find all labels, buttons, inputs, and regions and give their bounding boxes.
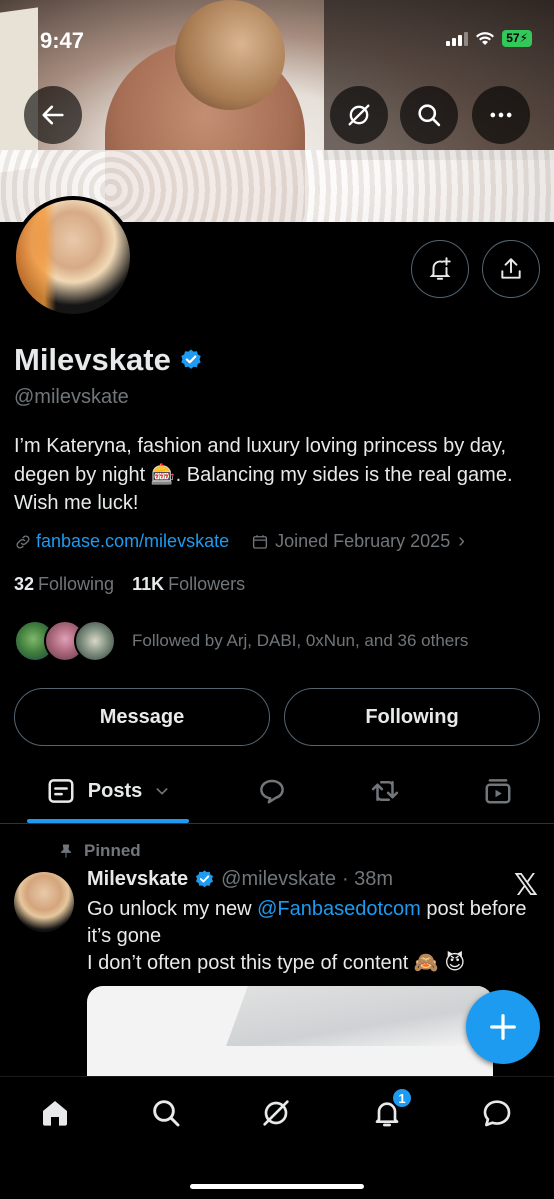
arrow-left-icon: [42, 105, 64, 125]
pinned-label-row: Pinned: [58, 841, 141, 861]
grok-icon: [263, 1100, 289, 1126]
nav-search[interactable]: [146, 1093, 186, 1133]
post-text[interactable]: Go unlock my new @Fanbasedotcom post bef…: [87, 896, 527, 977]
notification-badge: 1: [391, 1087, 413, 1109]
search-icon: [153, 1100, 180, 1127]
post-mention[interactable]: @Fanbasedotcom: [257, 898, 421, 920]
website-link[interactable]: fanbase.com/milevskate: [36, 531, 229, 552]
calendar-icon: [253, 534, 268, 549]
home-icon: [43, 1101, 67, 1126]
battery-level: 57: [506, 31, 520, 45]
tab-indicator: [27, 819, 189, 823]
tab-posts[interactable]: Posts: [27, 760, 189, 822]
profile-tabs: Posts: [0, 760, 554, 824]
chevron-down-icon[interactable]: [154, 783, 170, 799]
media-umbrella: [226, 986, 493, 1046]
media-icon: [485, 779, 511, 804]
search-button[interactable]: [400, 86, 458, 144]
link-icon: [16, 535, 30, 548]
wifi-icon: [476, 31, 495, 45]
battery-indicator: 57⚡: [502, 30, 532, 47]
followers-link[interactable]: 11K Followers: [132, 574, 245, 595]
profile-meta: fanbase.com/milevskate Joined February 2…: [14, 530, 465, 553]
follow-stats: 32 Following 11K Followers: [14, 574, 245, 595]
messages-icon: [483, 1100, 511, 1127]
signal-icon: [446, 31, 469, 46]
post-media[interactable]: [87, 986, 493, 1078]
status-time: 9:47: [40, 28, 85, 53]
status-bar: 9:47 57⚡: [0, 0, 554, 80]
post-header: Milevskate @milevskate · 38m: [87, 868, 393, 891]
joined-date[interactable]: Joined February 2025: [275, 531, 450, 552]
tab-media[interactable]: [468, 760, 528, 822]
plus-icon: [490, 1014, 516, 1040]
followed-by-row[interactable]: Followed by Arj, DABI, 0xNun, and 36 oth…: [14, 620, 468, 662]
following-count: 32: [14, 574, 35, 594]
grok-button[interactable]: [330, 86, 388, 144]
nav-notifications[interactable]: 1: [367, 1087, 413, 1133]
tab-replies[interactable]: [242, 760, 302, 822]
verified-badge-icon[interactable]: [179, 348, 203, 372]
bell-plus-icon: [429, 257, 451, 280]
replies-icon: [260, 779, 284, 804]
avatar-background: [16, 200, 130, 314]
post-author[interactable]: Milevskate: [87, 868, 188, 891]
profile-handle: @milevskate: [14, 386, 129, 408]
grok-icon: [348, 104, 370, 126]
more-button[interactable]: [472, 86, 530, 144]
nav-messages[interactable]: [477, 1093, 517, 1133]
post-handle: @milevskate: [221, 868, 336, 890]
share-button[interactable]: [482, 240, 540, 298]
pinned-label: Pinned: [84, 841, 141, 860]
status-icons: 57⚡: [446, 30, 532, 47]
notify-button[interactable]: [411, 240, 469, 298]
tab-reposts[interactable]: [355, 760, 415, 822]
display-name: Milevskate: [14, 342, 171, 377]
nav-home[interactable]: [35, 1093, 75, 1133]
share-icon: [501, 258, 521, 279]
following-link[interactable]: 32 Following: [14, 574, 114, 595]
search-icon: [418, 104, 441, 127]
nav-grok[interactable]: [256, 1093, 296, 1133]
back-button[interactable]: [24, 86, 82, 144]
profile-avatar[interactable]: [12, 196, 134, 318]
profile-name: Milevskate: [14, 342, 203, 378]
posts-icon: [48, 779, 74, 803]
follower-avatar: [74, 620, 116, 662]
tab-posts-label: Posts: [87, 779, 143, 802]
home-indicator[interactable]: [190, 1184, 364, 1189]
pin-icon: [60, 844, 72, 858]
compose-button[interactable]: [466, 990, 540, 1064]
followers-label: Followers: [168, 574, 246, 594]
retweet-icon: [371, 781, 399, 801]
followed-by-text: Followed by Arj, DABI, 0xNun, and 36 oth…: [132, 631, 469, 650]
post-avatar[interactable]: [14, 872, 74, 932]
message-button[interactable]: Message: [14, 688, 270, 746]
followers-count: 11K: [132, 574, 165, 594]
bottom-nav: 1: [0, 1076, 554, 1199]
post-text-prefix: Go unlock my new: [87, 898, 258, 920]
more-icon: [490, 112, 512, 118]
post-time: · 38m: [341, 868, 394, 890]
profile-bio: I’m Kateryna, fashion and luxury loving …: [14, 435, 513, 514]
verified-badge-icon: [196, 870, 214, 888]
following-label: Following: [38, 574, 115, 594]
following-button[interactable]: Following: [284, 688, 540, 746]
chevron-right-icon[interactable]: ›: [458, 530, 465, 553]
post-text-line2: I don’t often post this type of content …: [87, 952, 466, 974]
